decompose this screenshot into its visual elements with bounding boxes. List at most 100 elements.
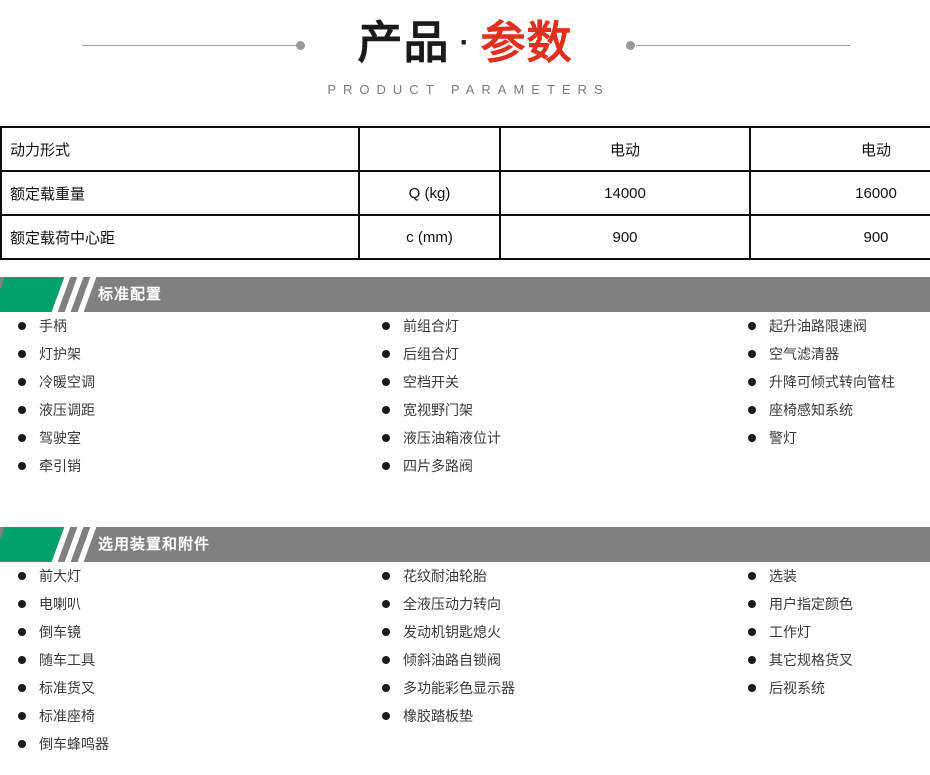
list-item-label: 前大灯 (39, 568, 81, 584)
bullet-icon (382, 712, 390, 720)
bullet-icon (748, 434, 756, 442)
list-item-label: 牵引销 (39, 458, 81, 474)
page-title-block: 产品 · 参数 PRODUCT PARAMETERS (0, 0, 930, 110)
bullet-icon (18, 572, 26, 580)
feature-column: 花纹耐油轮胎全液压动力转向 发动机钥匙熄火倾斜油路自锁阀多功能彩色显示器橡胶踏板垫 (382, 562, 732, 730)
bullet-icon (748, 684, 756, 692)
list-item-label: 液压油箱液位计 (403, 430, 501, 446)
list-item-label: 全液压动力转向 (403, 596, 501, 612)
list-item-label: 倒车蜂鸣器 (39, 736, 109, 752)
list-item-label: 起升油路限速阀 (769, 318, 867, 334)
spec-row-value2: 电动 (749, 126, 930, 172)
bullet-icon (748, 628, 756, 636)
section-title: 选用装置和附件 (98, 536, 211, 553)
list-item: 液压油箱液位计 (382, 424, 732, 452)
bullet-icon (18, 406, 26, 414)
feature-column: 前大灯电喇叭倒车镜随车工具标准货叉标准座椅倒车蜂鸣器 (18, 562, 368, 758)
spec-row-value1: 14000 (499, 170, 751, 216)
list-item: 其它规格货叉 (748, 646, 930, 674)
section-body: 前大灯电喇叭倒车镜随车工具标准货叉标准座椅倒车蜂鸣器 花纹耐油轮胎全液压动力转向… (0, 562, 930, 767)
page-title-accent: 参数 (480, 17, 573, 68)
bullet-icon (382, 600, 390, 608)
list-item: 后组合灯 (382, 340, 732, 368)
list-item-label: 随车工具 (39, 652, 95, 668)
list-item: 倒车蜂鸣器 (18, 730, 368, 758)
bullet-icon (748, 406, 756, 414)
bullet-icon (748, 600, 756, 608)
list-item-label: 工作灯 (769, 624, 811, 640)
list-item: 花纹耐油轮胎 (382, 562, 732, 590)
list-item: 冷暖空调 (18, 368, 368, 396)
list-item: 前大灯 (18, 562, 368, 590)
bullet-icon (748, 572, 756, 580)
feature-column: 手柄 灯护架冷暖空调液压调距驾驶室牵引销 (18, 312, 368, 480)
list-item: 发动机钥匙熄火 (382, 618, 732, 646)
list-item-label: 后视系统 (769, 680, 825, 696)
page-title-primary: 产品 (357, 17, 450, 68)
list-item: 后视系统 (748, 674, 930, 702)
list-item-label: 发动机钥匙熄火 (403, 624, 501, 640)
spec-row-symbol: Q (kg) (358, 170, 501, 216)
spec-row-value1: 电动 (499, 126, 751, 172)
list-item: 起升油路限速阀 (748, 312, 930, 340)
bullet-icon (748, 378, 756, 386)
list-item-label: 空档开关 (403, 374, 459, 390)
page-subtitle: PRODUCT PARAMETERS (327, 82, 610, 97)
list-item-label: 选装 (769, 568, 797, 584)
spec-row-value1: 900 (499, 214, 751, 260)
list-item: 手柄 (18, 312, 368, 340)
bullet-icon (382, 684, 390, 692)
table-row: 动力形式 电动 电动 (0, 126, 930, 172)
table-row: 额定载荷中心距 c (mm) 900 900 (0, 214, 930, 260)
list-item: 工作灯 (748, 618, 930, 646)
list-item-label: 警灯 (769, 430, 797, 446)
list-item: 橡胶踏板垫 (382, 702, 732, 730)
section-title: 标准配置 (98, 286, 163, 303)
list-item: 空气滤清器 (748, 340, 930, 368)
list-item-label: 标准货叉 (39, 680, 95, 696)
list-item-label: 四片多路阀 (403, 458, 473, 474)
list-item: 倒车镜 (18, 618, 368, 646)
list-item-label: 升降可倾式转向管柱 (769, 374, 895, 390)
list-item: 升降可倾式转向管柱 (748, 368, 930, 396)
list-item-label: 液压调距 (39, 402, 95, 418)
list-item: 前组合灯 (382, 312, 732, 340)
list-item: 标准座椅 (18, 702, 368, 730)
section-header-bar: 选用装置和附件 (0, 527, 930, 562)
list-item: 警灯 (748, 424, 930, 452)
bullet-icon (18, 628, 26, 636)
list-item-label: 前组合灯 (403, 318, 459, 334)
list-item: 宽视野门架 (382, 396, 732, 424)
spec-row-value2: 900 (749, 214, 930, 260)
feature-column: 选装用户指定颜色 工作灯其它规格货叉 后视系统 (748, 562, 930, 702)
bullet-icon (748, 322, 756, 330)
list-item-label: 用户指定颜色 (769, 596, 853, 612)
list-item: 倾斜油路自锁阀 (382, 646, 732, 674)
bullet-icon (18, 600, 26, 608)
list-item: 用户指定颜色 (748, 590, 930, 618)
spec-row-label: 动力形式 (0, 126, 360, 172)
list-item-label: 宽视野门架 (403, 402, 473, 418)
spec-row-symbol (358, 126, 501, 172)
list-item-label: 电喇叭 (39, 596, 81, 612)
list-item-label: 后组合灯 (403, 346, 459, 362)
list-item: 液压调距 (18, 396, 368, 424)
list-item: 牵引销 (18, 452, 368, 480)
list-item: 四片多路阀 (382, 452, 732, 480)
list-item-label: 多功能彩色显示器 (403, 680, 515, 696)
spec-row-symbol: c (mm) (358, 214, 501, 260)
list-item: 选装 (748, 562, 930, 590)
list-item-label: 驾驶室 (39, 430, 81, 446)
list-item-label: 倒车镜 (39, 624, 81, 640)
feature-column: 起升油路限速阀 空气滤清器升降可倾式转向管柱 座椅感知系统 警灯 (748, 312, 930, 452)
spec-table-body: 动力形式 电动 电动 额定载重量 Q (kg) 14000 16000 额定载荷… (0, 126, 930, 260)
list-item-label: 空气滤清器 (769, 346, 839, 362)
page-title-separator: · (459, 26, 471, 59)
list-item-label: 冷暖空调 (39, 374, 95, 390)
bullet-icon (382, 434, 390, 442)
bullet-icon (382, 656, 390, 664)
list-item-label: 其它规格货叉 (769, 652, 853, 668)
list-item: 灯护架 (18, 340, 368, 368)
spec-table-container: 动力形式 电动 电动 额定载重量 Q (kg) 14000 16000 额定载荷… (0, 126, 930, 260)
list-item-label: 座椅感知系统 (769, 402, 853, 418)
